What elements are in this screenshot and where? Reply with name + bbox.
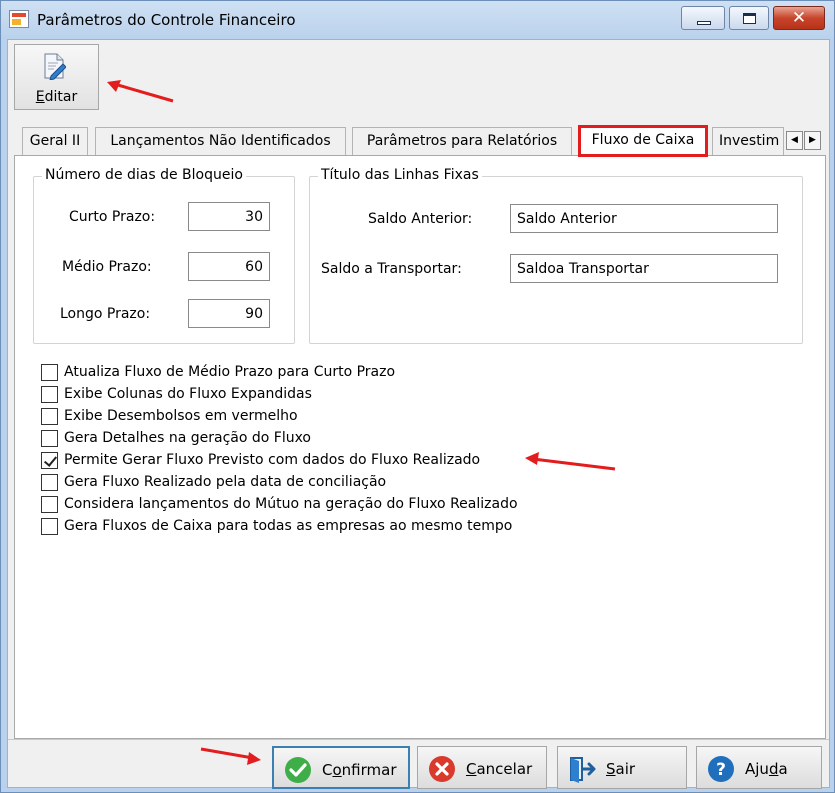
longo-prazo-label: Longo Prazo: bbox=[60, 306, 151, 322]
confirmar-label-accel: o bbox=[332, 761, 342, 779]
tab-scroll-left-button[interactable]: ◀ bbox=[786, 131, 803, 150]
tab-fluxo-de-caixa[interactable]: Fluxo de Caixa bbox=[578, 125, 708, 157]
annotation-arrow-editar bbox=[107, 80, 174, 103]
window-title: Parâmetros do Controle Financeiro bbox=[37, 11, 296, 29]
tab-scroll-right-button[interactable]: ▶ bbox=[804, 131, 821, 150]
checkbox[interactable] bbox=[41, 385, 58, 403]
title-bar[interactable]: Parâmetros do Controle Financeiro ✕ bbox=[1, 1, 834, 39]
longo-prazo-input[interactable] bbox=[188, 299, 270, 328]
saldo-anterior-input[interactable] bbox=[510, 204, 778, 233]
cancelar-button[interactable]: Cancelar bbox=[417, 746, 547, 789]
checkbox[interactable] bbox=[41, 495, 58, 513]
cancelar-label-accel: C bbox=[466, 760, 477, 778]
ajuda-label-pre: Aju bbox=[745, 760, 769, 778]
tab-lancamentos-nao-identificados[interactable]: Lançamentos Não Identificados bbox=[95, 127, 346, 155]
edit-label-accel: E bbox=[35, 89, 45, 105]
confirmar-label-pre: C bbox=[322, 761, 333, 779]
close-button[interactable]: ✕ bbox=[773, 6, 825, 30]
app-icon bbox=[9, 10, 29, 28]
curto-prazo-input[interactable] bbox=[188, 202, 270, 231]
help-icon: ? bbox=[708, 756, 734, 782]
tab-investimentos[interactable]: Investim bbox=[712, 127, 784, 155]
confirmar-label: Confirmar bbox=[322, 761, 397, 779]
maximize-button[interactable] bbox=[729, 6, 769, 30]
curto-prazo-label: Curto Prazo: bbox=[69, 209, 156, 225]
sair-label: Sair bbox=[606, 760, 635, 778]
option-label: Gera Detalhes na geração do Fluxo bbox=[64, 430, 311, 446]
option-label: Gera Fluxos de Caixa para todas as empre… bbox=[64, 518, 513, 534]
edit-button-label: Editar bbox=[15, 89, 98, 105]
edit-document-icon bbox=[44, 53, 66, 80]
cancelar-label: Cancelar bbox=[466, 760, 532, 778]
saldo-anterior-label: Saldo Anterior: bbox=[368, 211, 473, 227]
option-exibe-desembolsos-vermelho[interactable]: Exibe Desembolsos em vermelho bbox=[41, 406, 298, 426]
ajuda-button[interactable]: ? Ajuda bbox=[696, 746, 822, 789]
annotation-arrow-permite bbox=[525, 452, 616, 471]
group-bloqueio: Número de dias de Bloqueio Curto Prazo: … bbox=[33, 167, 295, 344]
checkbox[interactable] bbox=[41, 473, 58, 491]
close-icon: ✕ bbox=[791, 8, 807, 28]
maximize-icon bbox=[743, 13, 756, 24]
group-linhas-fixas-title: Título das Linhas Fixas bbox=[318, 167, 482, 183]
edit-button[interactable]: Editar bbox=[14, 44, 99, 110]
option-gera-detalhes[interactable]: Gera Detalhes na geração do Fluxo bbox=[41, 428, 311, 448]
dialog-window: Parâmetros do Controle Financeiro ✕ Edit… bbox=[0, 0, 835, 793]
cancelar-label-post: ancelar bbox=[476, 760, 533, 778]
x-circle-icon bbox=[429, 756, 455, 782]
tab-panel-fluxo-de-caixa: Número de dias de Bloqueio Curto Prazo: … bbox=[14, 155, 826, 739]
edit-label-rest: ditar bbox=[44, 89, 78, 105]
saldo-transportar-input[interactable] bbox=[510, 254, 778, 283]
saldo-transportar-label: Saldo a Transportar: bbox=[321, 261, 462, 277]
group-linhas-fixas: Título das Linhas Fixas Saldo Anterior: … bbox=[309, 167, 803, 344]
checkbox[interactable] bbox=[41, 429, 58, 447]
tab-parametros-relatorios[interactable]: Parâmetros para Relatórios bbox=[352, 127, 572, 155]
sair-label-post: air bbox=[615, 760, 636, 778]
medio-prazo-label: Médio Prazo: bbox=[62, 259, 152, 275]
option-considera-mutuo[interactable]: Considera lançamentos do Mútuo na geraçã… bbox=[41, 494, 518, 514]
group-bloqueio-title: Número de dias de Bloqueio bbox=[42, 167, 246, 183]
checkbox-checked[interactable] bbox=[41, 451, 58, 469]
chevron-right-icon: ▶ bbox=[809, 135, 816, 145]
chevron-left-icon: ◀ bbox=[791, 135, 798, 145]
option-label: Considera lançamentos do Mútuo na geraçã… bbox=[64, 496, 518, 512]
dialog-client: Editar Geral II Lançamentos Não Identifi… bbox=[7, 39, 830, 789]
checkbox[interactable] bbox=[41, 517, 58, 535]
option-label: Atualiza Fluxo de Médio Prazo para Curto… bbox=[64, 364, 396, 380]
checkbox[interactable] bbox=[41, 363, 58, 381]
option-label: Gera Fluxo Realizado pela data de concil… bbox=[64, 474, 387, 490]
button-bar: Confirmar Cancelar Sair ? Ajuda bbox=[8, 739, 829, 789]
confirmar-label-post: nfirmar bbox=[341, 761, 397, 779]
ajuda-label: Ajuda bbox=[745, 760, 788, 778]
tab-strip: Geral II Lançamentos Não Identificados P… bbox=[14, 125, 826, 157]
checkbox[interactable] bbox=[41, 407, 58, 425]
option-label: Permite Gerar Fluxo Previsto com dados d… bbox=[64, 452, 481, 468]
option-permite-gerar-fluxo-previsto[interactable]: Permite Gerar Fluxo Previsto com dados d… bbox=[41, 450, 480, 470]
option-exibe-colunas-expandidas[interactable]: Exibe Colunas do Fluxo Expandidas bbox=[41, 384, 312, 404]
ajuda-label-post: a bbox=[778, 760, 788, 778]
option-label: Exibe Desembolsos em vermelho bbox=[64, 408, 298, 424]
sair-label-accel: S bbox=[606, 760, 616, 778]
tab-control: Geral II Lançamentos Não Identificados P… bbox=[14, 125, 826, 739]
option-gera-fluxos-todas-empresas[interactable]: Gera Fluxos de Caixa para todas as empre… bbox=[41, 516, 512, 536]
option-atualiza-fluxo[interactable]: Atualiza Fluxo de Médio Prazo para Curto… bbox=[41, 362, 395, 382]
check-circle-icon bbox=[285, 757, 311, 783]
sair-button[interactable]: Sair bbox=[557, 746, 687, 789]
option-label: Exibe Colunas do Fluxo Expandidas bbox=[64, 386, 312, 402]
option-gera-fluxo-realizado-conciliacao[interactable]: Gera Fluxo Realizado pela data de concil… bbox=[41, 472, 386, 492]
minimize-button[interactable] bbox=[681, 6, 725, 30]
tab-geral-ii[interactable]: Geral II bbox=[22, 127, 88, 155]
medio-prazo-input[interactable] bbox=[188, 252, 270, 281]
minimize-icon bbox=[697, 21, 711, 25]
confirmar-button[interactable]: Confirmar bbox=[272, 746, 410, 789]
annotation-arrow-confirmar bbox=[200, 747, 261, 765]
svg-text:?: ? bbox=[716, 760, 726, 780]
exit-door-icon bbox=[570, 757, 596, 783]
